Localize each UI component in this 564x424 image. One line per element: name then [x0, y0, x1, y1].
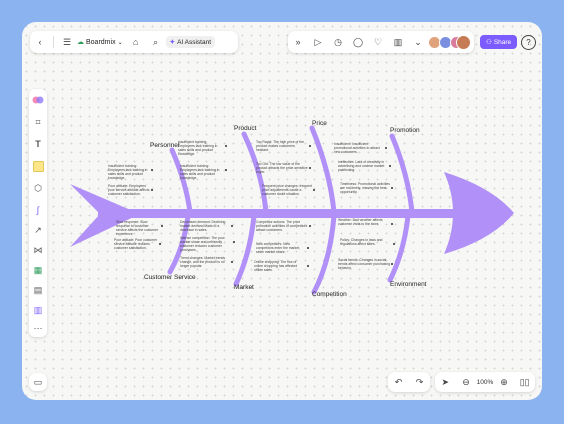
fishbone-diagram[interactable]: Personnel Product Price Promotion Custom… — [22, 22, 542, 400]
fish-head — [444, 172, 514, 254]
connector-dot — [309, 225, 311, 227]
connector-dot — [309, 145, 311, 147]
connector-dot — [225, 145, 227, 147]
cause-note[interactable]: Insufficient training: Employees lack tr… — [180, 164, 224, 180]
connector-dot — [393, 243, 395, 245]
category-promotion: Promotion — [390, 127, 420, 134]
fish-spine — [98, 209, 478, 218]
connector-dot — [231, 225, 233, 227]
rib-promotion — [389, 133, 415, 215]
cause-note[interactable]: Timeliness: Promotional activities are n… — [340, 182, 390, 194]
cause-note[interactable]: Trend changes: Market trends change, and… — [180, 256, 230, 268]
cause-note[interactable]: Policy: Changes in laws and regulations … — [340, 238, 392, 246]
connector-dot — [231, 261, 233, 263]
cause-note[interactable]: Too Old: The low value of the product at… — [256, 162, 308, 174]
connector-dot — [233, 241, 235, 243]
connector-dot — [151, 169, 153, 171]
connector-dot — [151, 189, 153, 191]
category-price: Price — [312, 120, 327, 127]
connector-dot — [391, 223, 393, 225]
connector-dot — [307, 265, 309, 267]
category-environment: Environment — [390, 281, 427, 288]
cause-note[interactable]: Frequent price changes: frequent price a… — [262, 184, 312, 196]
cause-note[interactable]: Poor attitude: Poor customer service att… — [114, 238, 158, 250]
category-market: Market — [234, 284, 254, 291]
rib-competition — [311, 213, 337, 295]
cause-note[interactable]: Insufficient training: Employees lack tr… — [108, 164, 150, 180]
category-personnel: Personnel — [150, 142, 180, 149]
connector-dot — [391, 187, 393, 189]
cause-note[interactable]: Slow response: Slow response to customer… — [116, 220, 160, 236]
connector-dot — [161, 225, 163, 227]
category-customer-service: Customer Service — [144, 274, 196, 281]
connector-dot — [385, 147, 387, 149]
cause-note[interactable]: Intense competition: The poor market sha… — [180, 236, 232, 252]
cause-note[interactable]: Social trends: Changes in social trends … — [338, 258, 390, 270]
rib-environment — [387, 213, 411, 283]
connector-dot — [225, 169, 227, 171]
cause-note[interactable]: Ineffective: Lack of creativity in adver… — [338, 160, 388, 172]
cause-note[interactable]: Poor attitude: Employees' poor service a… — [108, 184, 150, 196]
connector-dot — [309, 167, 311, 169]
rib-personnel — [169, 147, 193, 215]
cause-note[interactable]: Insufficient training: Employees lack tr… — [178, 140, 224, 156]
connector-dot — [391, 263, 393, 265]
category-product: Product — [234, 125, 257, 132]
cause-note[interactable]: Insufficient: Insufficient promotional a… — [334, 142, 384, 154]
canvas[interactable]: ‹ ☰ ☁ Boardmix ⌄ ⌂ ⌕ ✦ AI Assistant » ▷ … — [22, 22, 542, 400]
connector-dot — [159, 243, 161, 245]
connector-dot — [307, 247, 309, 249]
cause-note[interactable]: Online shopping: The rise of online shop… — [254, 260, 306, 272]
connector-dot — [313, 189, 315, 191]
rib-price — [309, 125, 337, 215]
rib-market — [233, 213, 257, 287]
cause-note[interactable]: Too Rapid: The high price of the product… — [256, 140, 308, 152]
category-competition: Competition — [312, 291, 347, 298]
cause-note[interactable]: New competitors: New competitors enter t… — [256, 242, 306, 254]
cause-note[interactable]: Competitor actions: The price promotion … — [256, 220, 308, 232]
cause-note[interactable]: Weather: Bad weather affects customer vi… — [338, 218, 390, 226]
connector-dot — [389, 165, 391, 167]
cause-note[interactable]: Decreased demand: Declining market deman… — [180, 220, 230, 232]
